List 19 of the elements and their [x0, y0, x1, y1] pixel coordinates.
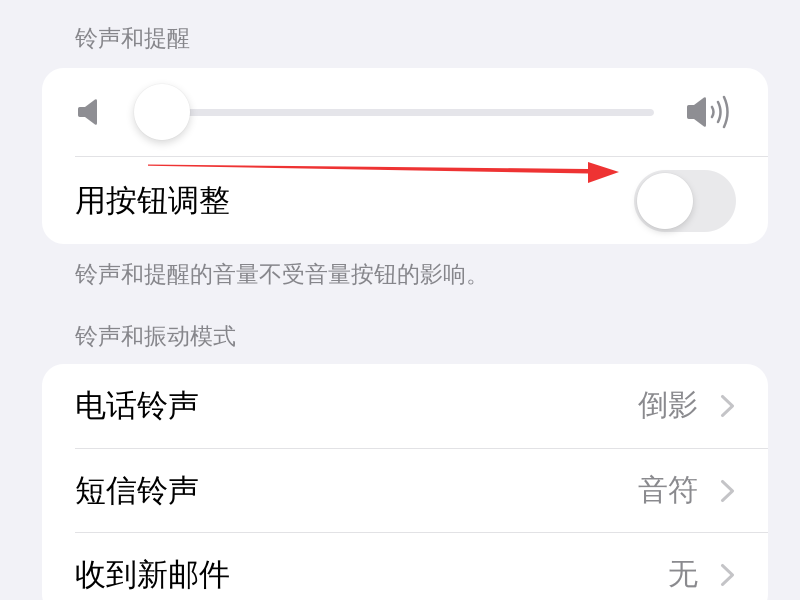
setting-value: 无	[668, 556, 698, 594]
setting-label: 电话铃声	[75, 387, 199, 426]
volume-slider[interactable]	[134, 84, 654, 140]
section-header: 铃声和振动模式	[75, 323, 236, 352]
volume-low-icon	[78, 98, 98, 126]
chevron-icon	[720, 562, 735, 586]
settings-row[interactable]: 电话铃声 倒影	[42, 364, 768, 448]
setting-label: 收到新邮件	[75, 556, 230, 594]
setting-label: 短信铃声	[75, 472, 199, 510]
setting-value: 音符	[638, 472, 698, 510]
section-header: 铃声和提醒	[75, 25, 190, 54]
settings-row[interactable]: 收到新邮件 无	[42, 532, 768, 600]
setting-value: 倒影	[638, 387, 698, 425]
slider-thumb[interactable]	[134, 84, 190, 140]
section-footer: 铃声和提醒的音量不受音量按钮的影响。	[75, 260, 489, 290]
settings-row[interactable]: 短信铃声 音符	[42, 448, 768, 532]
chevron-icon	[720, 478, 735, 502]
setting-label: 用按钮调整	[75, 182, 230, 220]
chevron-icon	[720, 394, 735, 418]
